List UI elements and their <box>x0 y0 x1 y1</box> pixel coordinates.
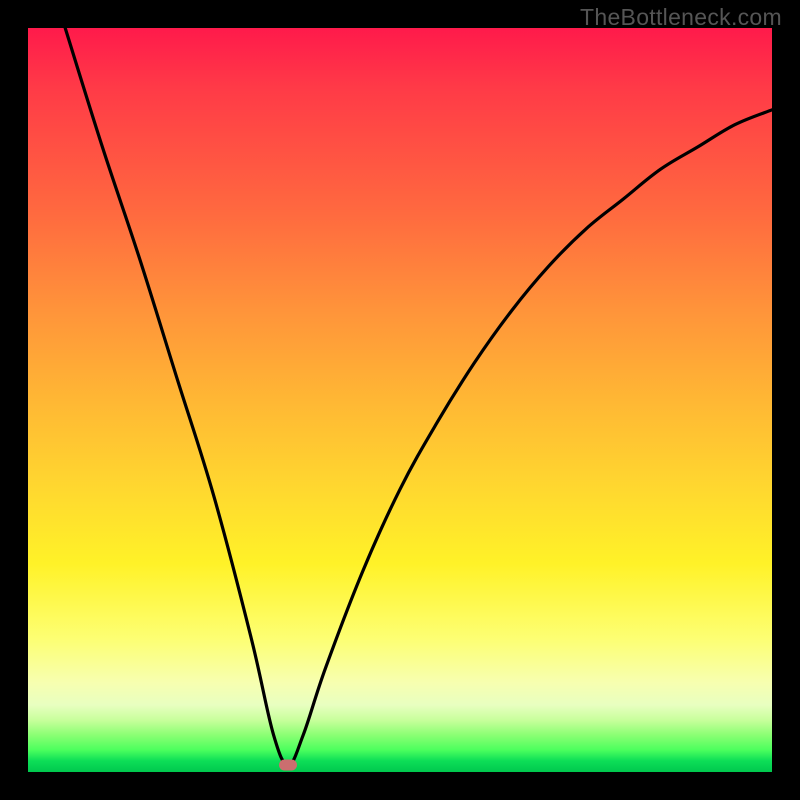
curve-layer <box>28 28 772 772</box>
watermark-text: TheBottleneck.com <box>580 4 782 31</box>
plot-area <box>28 28 772 772</box>
chart-frame: TheBottleneck.com <box>0 0 800 800</box>
optimal-point-marker <box>279 759 297 770</box>
bottleneck-curve <box>65 28 772 765</box>
